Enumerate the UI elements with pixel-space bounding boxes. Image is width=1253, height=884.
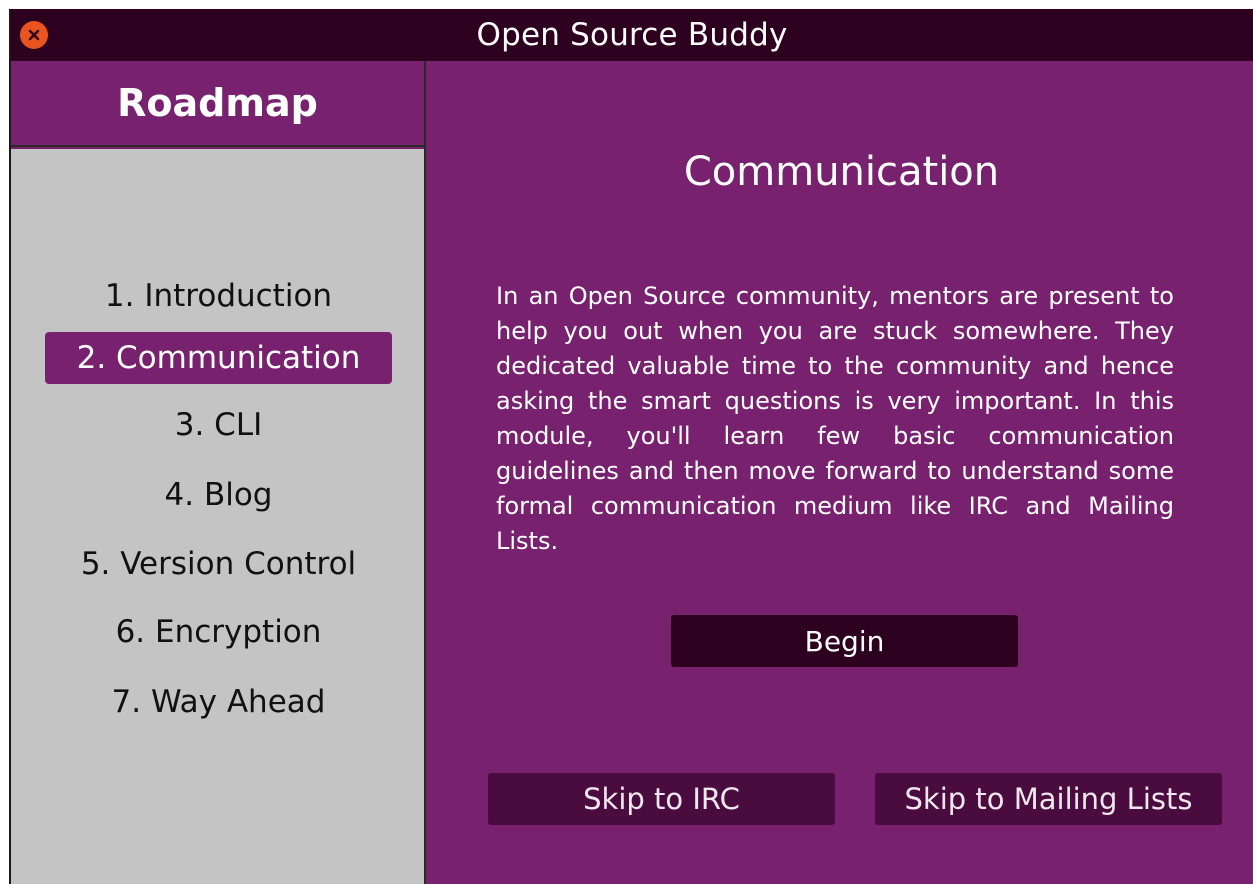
module-heading: Communication (683, 149, 1000, 195)
module-description: In an Open Source community, mentors are… (496, 282, 1174, 555)
roadmap-sidebar: Roadmap 1. Introduction 2. Communication… (11, 61, 426, 884)
sidebar-title: Roadmap (117, 81, 318, 125)
close-button[interactable] (20, 21, 48, 49)
sidebar-item-blog[interactable]: 4. Blog (45, 469, 392, 521)
sidebar-header: Roadmap (11, 61, 424, 147)
window-title: Open Source Buddy (476, 17, 788, 53)
sidebar-item-cli[interactable]: 3. CLI (45, 399, 392, 451)
sidebar-item-version-control[interactable]: 5. Version Control (45, 538, 392, 590)
module-content: Communication In an Open Source communit… (428, 61, 1253, 884)
sidebar-item-encryption[interactable]: 6. Encryption (45, 606, 392, 658)
close-icon (26, 27, 42, 43)
app-window: Open Source Buddy Roadmap 1. Introductio… (9, 9, 1253, 884)
begin-button[interactable]: Begin (671, 615, 1018, 667)
skip-to-irc-button[interactable]: Skip to IRC (488, 773, 835, 825)
title-bar: Open Source Buddy (11, 9, 1253, 61)
roadmap-list: 1. Introduction 2. Communication 3. CLI … (11, 149, 424, 884)
sidebar-item-introduction[interactable]: 1. Introduction (45, 270, 392, 322)
sidebar-item-communication[interactable]: 2. Communication (45, 332, 392, 384)
skip-to-mailing-lists-button[interactable]: Skip to Mailing Lists (875, 773, 1222, 825)
sidebar-item-way-ahead[interactable]: 7. Way Ahead (45, 676, 392, 728)
